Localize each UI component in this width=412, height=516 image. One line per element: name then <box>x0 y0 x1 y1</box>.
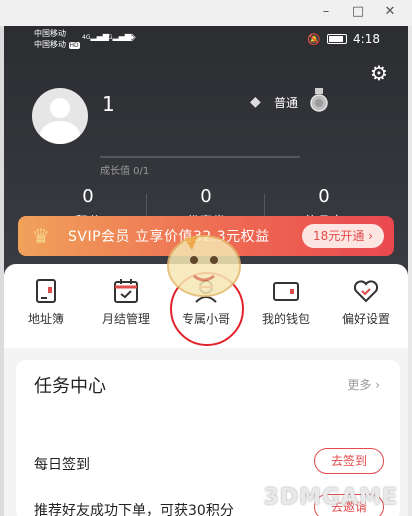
vip-level[interactable]: 普通 <box>274 94 298 111</box>
growth-label: 成长值 0/1 <box>100 166 150 177</box>
mascot-watermark-icon <box>167 235 241 297</box>
wifi-icon: ◈ <box>128 32 136 43</box>
settings-gear-icon[interactable]: ⚙ <box>368 62 390 84</box>
maximize-icon[interactable]: □ <box>348 4 368 19</box>
carrier-info: 中国移动 中国移动 HD <box>34 28 80 51</box>
task-center-title: 任务中心 <box>34 376 106 397</box>
vip-diamond-icon: ◆ <box>250 94 261 110</box>
menu-label: 偏好设置 <box>341 312 390 326</box>
close-icon[interactable]: ✕ <box>380 4 400 19</box>
avatar[interactable] <box>32 88 88 144</box>
heart-icon <box>353 280 379 303</box>
task-name: 每日签到 <box>34 457 90 473</box>
phone-screen: 中国移动 中国移动 HD 4G▂▄▆ 4G▂▄▆ ◈ 🔕 4:18 ⚙ 1 ◆ … <box>4 26 408 516</box>
points-value: 0 <box>82 186 94 207</box>
wallet-icon <box>273 282 299 301</box>
coupons-value: 0 <box>200 186 212 207</box>
growth-progress-bar <box>100 156 300 158</box>
crown-icon: ♛ <box>32 224 50 248</box>
mute-icon: 🔕 <box>307 32 322 46</box>
minimize-icon[interactable]: – <box>316 4 336 19</box>
status-bar: 中国移动 中国移动 HD 4G▂▄▆ 4G▂▄▆ ◈ 🔕 4:18 <box>4 26 408 54</box>
menu-label: 地址簿 <box>27 312 64 326</box>
net-type-1: 4G <box>82 34 91 41</box>
task-name: 推荐好友成功下单，可获30积分 <box>34 503 234 516</box>
medal-icon[interactable] <box>310 88 328 112</box>
clock: 4:18 <box>353 32 380 46</box>
window-title-bar: – □ ✕ <box>0 0 412 26</box>
calendar-check-icon <box>114 279 138 303</box>
menu-item-wallet[interactable]: 我的钱包 <box>246 272 326 327</box>
battery-icon <box>327 34 348 44</box>
watermark-text: 3DMGAME <box>263 485 398 510</box>
carrier-2: 中国移动 <box>34 40 66 49</box>
menu-item-preferences[interactable]: 偏好设置 <box>326 272 406 327</box>
address-book-icon <box>36 279 56 303</box>
task-more-link[interactable]: 更多 › <box>347 376 380 393</box>
signal-icon-2: 4G▂▄▆ <box>104 32 131 41</box>
menu-item-address-book[interactable]: 地址簿 <box>6 272 86 327</box>
gift-cards-value: 0 <box>318 186 330 207</box>
net-type-2: 4G <box>104 34 113 41</box>
menu-label: 我的钱包 <box>261 312 310 326</box>
task-row-checkin: 每日签到 去签到 <box>34 446 384 482</box>
menu-label: 月结管理 <box>101 312 150 326</box>
hd-badge: HD <box>68 42 80 49</box>
username: 1 <box>102 92 115 116</box>
svip-open-button[interactable]: 18元开通 › <box>302 224 384 248</box>
carrier-1: 中国移动 <box>34 29 66 38</box>
section-gap <box>4 348 408 360</box>
checkin-button[interactable]: 去签到 <box>314 448 384 474</box>
